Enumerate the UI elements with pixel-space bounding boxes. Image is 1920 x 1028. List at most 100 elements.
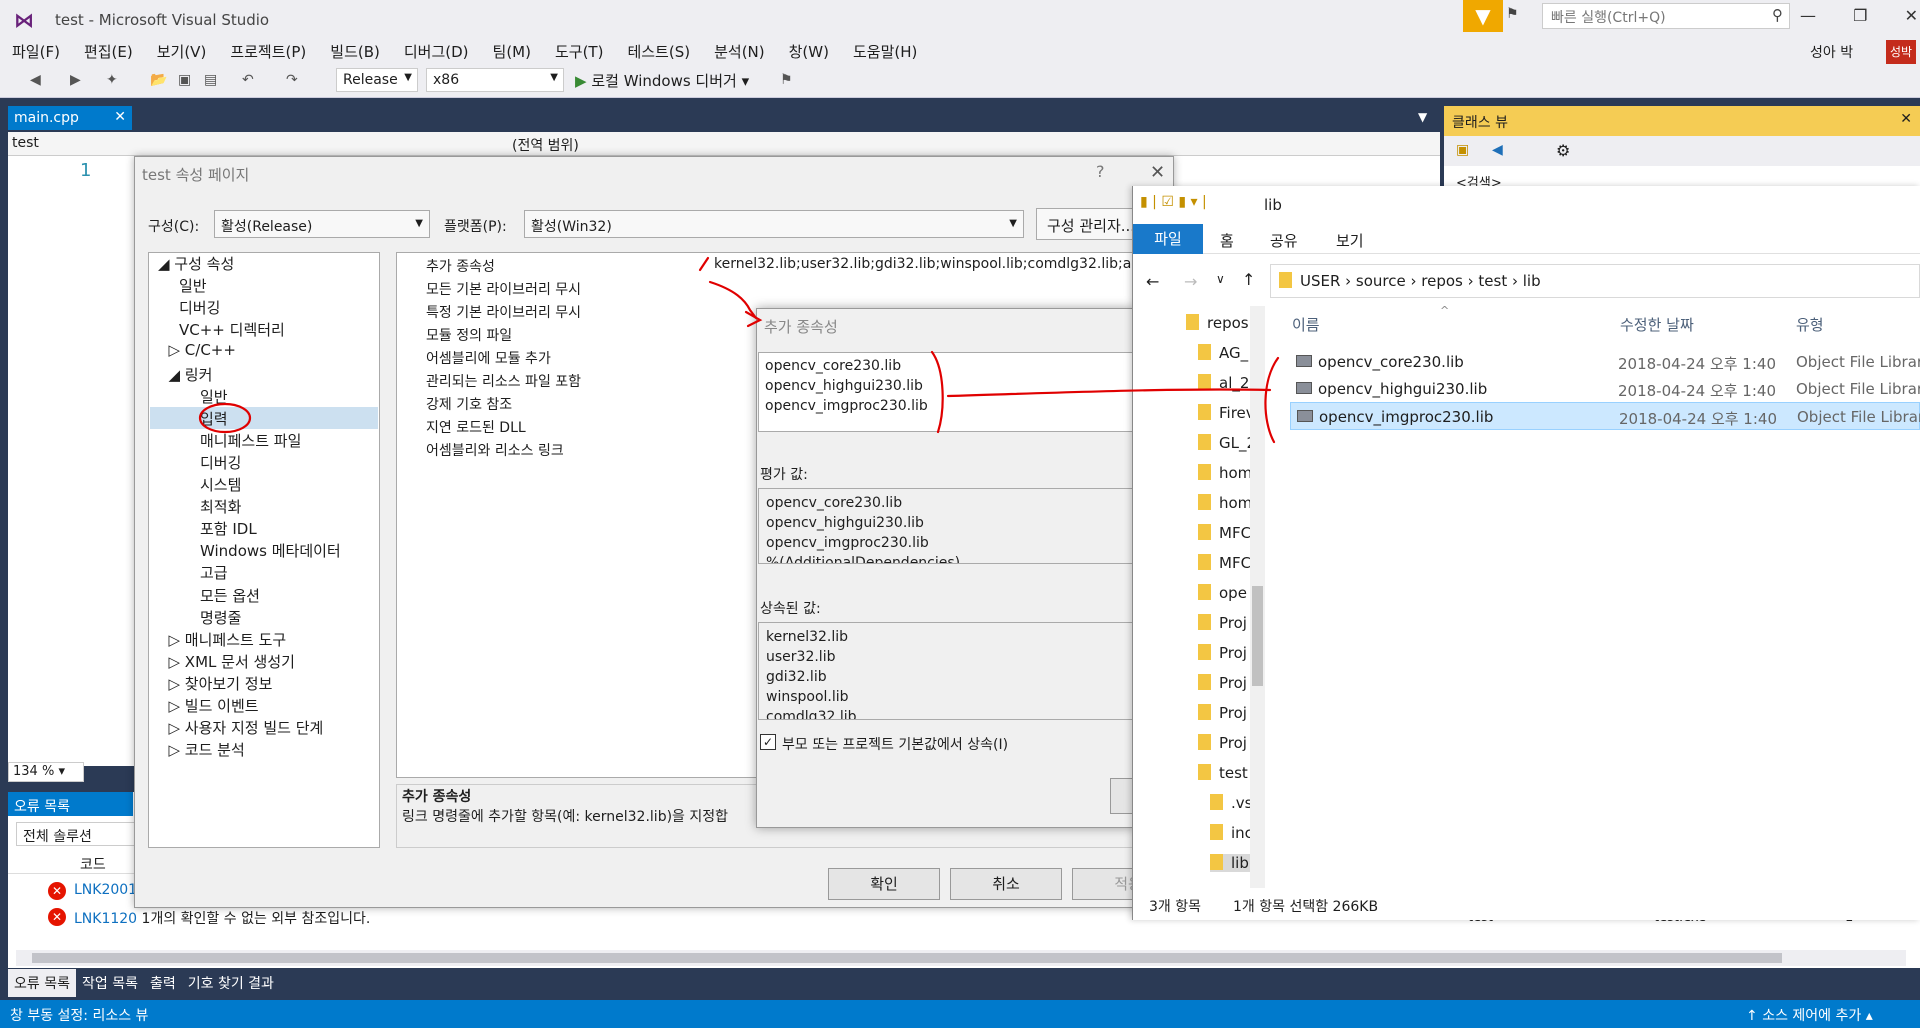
tree-item[interactable]: 일반 bbox=[179, 275, 207, 296]
open-file-icon[interactable]: 📂 bbox=[150, 72, 167, 88]
tree-item[interactable]: 매니페스트 파일 bbox=[200, 430, 301, 451]
menu-team[interactable]: 팀(M) bbox=[493, 41, 531, 62]
property-row-label[interactable]: 특정 기본 라이브러리 무시 bbox=[426, 302, 581, 322]
nav-folder-item[interactable]: MFC bbox=[1198, 524, 1250, 542]
solution-config-select[interactable]: Release ▼ bbox=[336, 68, 418, 92]
property-row-label[interactable]: 강제 기호 참조 bbox=[426, 394, 512, 414]
forward-arrow-icon[interactable]: → bbox=[1184, 272, 1197, 291]
tree-item[interactable]: 명령줄 bbox=[200, 607, 241, 628]
nav-global-scope[interactable]: (전역 범위) bbox=[512, 135, 579, 155]
tree-item[interactable]: 최적화 bbox=[200, 496, 241, 517]
nav-folder-item[interactable]: lib bbox=[1210, 854, 1250, 872]
undo-icon[interactable]: ↶ bbox=[242, 72, 254, 88]
file-row-selected[interactable]: opencv_imgproc230.lib 2018-04-24 오후 1:40… bbox=[1290, 402, 1920, 430]
new-folder-icon[interactable]: ▣ bbox=[1456, 142, 1469, 158]
nav-folder-item[interactable]: AG_ bbox=[1198, 344, 1250, 362]
menu-tools[interactable]: 도구(T) bbox=[555, 41, 603, 62]
close-icon[interactable]: ✕ bbox=[114, 109, 126, 125]
nav-folder-item[interactable]: test bbox=[1198, 764, 1250, 782]
horizontal-scrollbar[interactable] bbox=[16, 950, 1906, 966]
tab-file[interactable]: 파일 bbox=[1133, 224, 1203, 254]
additional-deps-value[interactable]: kernel32.lib;user32.lib;gdi32.lib;winspo… bbox=[714, 256, 1166, 272]
minimize-button[interactable]: — bbox=[1800, 6, 1816, 30]
tab-share[interactable]: 공유 bbox=[1270, 230, 1298, 251]
quick-access-toolbar-icon[interactable]: ▮ | ☑ ▮ ▾ | bbox=[1140, 194, 1207, 210]
forward-icon[interactable]: ▶ bbox=[70, 72, 81, 88]
redo-icon[interactable]: ↷ bbox=[286, 72, 298, 88]
restore-button[interactable]: ❐ bbox=[1853, 6, 1867, 30]
close-icon[interactable]: ✕ bbox=[1150, 162, 1165, 183]
save-all-icon[interactable]: ▤ bbox=[204, 72, 217, 88]
back-icon[interactable]: ◀ bbox=[30, 72, 41, 88]
tree-item[interactable]: ▷ XML 문서 생성기 bbox=[169, 651, 295, 672]
zoom-select[interactable]: 134 % ▾ bbox=[8, 762, 84, 782]
search-icon[interactable]: ⚲ bbox=[1772, 6, 1783, 24]
new-project-icon[interactable]: ✦ bbox=[106, 72, 118, 88]
help-icon[interactable]: ? bbox=[1096, 162, 1105, 181]
tree-item[interactable]: 고급 bbox=[200, 562, 228, 583]
menu-help[interactable]: 도움말(H) bbox=[853, 41, 917, 62]
nav-scope[interactable]: test bbox=[12, 135, 39, 151]
close-icon[interactable]: ✕ bbox=[1900, 111, 1912, 127]
tree-item[interactable]: 입력 bbox=[200, 408, 228, 429]
tab-error-list[interactable]: 오류 목록 bbox=[8, 969, 76, 997]
nav-folder-item[interactable]: GL_2 bbox=[1198, 434, 1250, 452]
up-arrow-icon[interactable]: ↑ bbox=[1242, 270, 1255, 289]
gear-icon[interactable]: ⚙ bbox=[1556, 141, 1570, 160]
start-debug-button[interactable]: ▶ 로컬 Windows 디버거 ▾ bbox=[575, 70, 749, 91]
nav-folder-item[interactable]: Proj bbox=[1198, 644, 1250, 662]
tree-item[interactable]: ◢ 구성 속성 bbox=[158, 253, 234, 274]
property-row-label[interactable]: 어셈블리와 리소스 링크 bbox=[426, 440, 564, 460]
nav-folder-item[interactable]: al_2 bbox=[1198, 374, 1250, 392]
nav-folder-item[interactable]: hom bbox=[1198, 494, 1250, 512]
error-scope-select[interactable]: 전체 솔루션 bbox=[16, 822, 136, 846]
menu-edit[interactable]: 편집(E) bbox=[84, 41, 133, 62]
menu-file[interactable]: 파일(F) bbox=[12, 41, 60, 62]
property-row-label[interactable]: 추가 종속성 bbox=[426, 256, 495, 276]
scrollbar-thumb[interactable] bbox=[32, 953, 1782, 963]
tree-item[interactable]: ▷ 코드 분석 bbox=[169, 739, 245, 760]
back-icon[interactable]: ◀ bbox=[1492, 142, 1503, 158]
property-row-label[interactable]: 모듈 정의 파일 bbox=[426, 325, 512, 345]
tree-item[interactable]: 시스템 bbox=[200, 474, 241, 495]
cancel-button[interactable]: 취소 bbox=[950, 868, 1062, 900]
ok-button[interactable]: 확인 bbox=[828, 868, 940, 900]
recent-dropdown-icon[interactable]: ∨ bbox=[1216, 272, 1225, 286]
tree-item[interactable]: 모든 옵션 bbox=[200, 585, 260, 606]
scrollbar-thumb[interactable] bbox=[1252, 586, 1263, 686]
table-row[interactable]: LNK1120 1개의 확인할 수 없는 외부 참조입니다. bbox=[74, 908, 370, 928]
menu-view[interactable]: 보기(V) bbox=[157, 41, 207, 62]
config-select[interactable]: 활성(Release) ▼ bbox=[214, 210, 430, 238]
nav-folder-item[interactable]: Firev bbox=[1198, 404, 1250, 422]
nav-folder-item[interactable]: hom bbox=[1198, 464, 1250, 482]
tab-dropdown-icon[interactable]: ▼ bbox=[1418, 110, 1427, 124]
nav-folder-item[interactable]: Proj bbox=[1198, 674, 1250, 692]
toolbar-overflow-icon[interactable]: ⚑ bbox=[780, 72, 793, 88]
tree-item[interactable]: 디버깅 bbox=[179, 297, 220, 318]
property-row-label[interactable]: 모든 기본 라이브러리 무시 bbox=[426, 279, 581, 299]
nav-scrollbar[interactable] bbox=[1250, 306, 1265, 888]
quick-launch-input[interactable]: 빠른 실행(Ctrl+Q) ⚲ bbox=[1542, 3, 1790, 29]
file-row[interactable]: opencv_highgui230.lib 2018-04-24 오후 1:40… bbox=[1290, 375, 1920, 403]
menu-analyze[interactable]: 분석(N) bbox=[714, 41, 765, 62]
platform-select[interactable]: x86 ▼ bbox=[426, 68, 564, 92]
tree-item[interactable]: ▷ 매니페스트 도구 bbox=[169, 629, 287, 650]
tab-task-list[interactable]: 작업 목록 bbox=[76, 969, 144, 997]
nav-folder-item[interactable]: Proj bbox=[1198, 734, 1250, 752]
inherit-checkbox[interactable]: ✓ bbox=[760, 734, 776, 750]
nav-folder-item[interactable]: .vs bbox=[1210, 794, 1250, 812]
notification-filter-icon[interactable]: ▼ bbox=[1463, 0, 1503, 32]
menu-build[interactable]: 빌드(B) bbox=[330, 41, 380, 62]
tree-item[interactable]: ▷ 사용자 지정 빌드 단계 bbox=[169, 717, 324, 738]
menu-debug[interactable]: 디버그(D) bbox=[404, 41, 469, 62]
save-icon[interactable]: ▣ bbox=[178, 72, 191, 88]
nav-folder-item[interactable]: Proj bbox=[1198, 704, 1250, 722]
platform-select[interactable]: 활성(Win32) ▼ bbox=[524, 210, 1024, 238]
column-date[interactable]: 수정한 날짜 bbox=[1620, 314, 1694, 335]
nav-folder-item[interactable]: repos bbox=[1186, 314, 1250, 332]
user-name[interactable]: 성아 박 bbox=[1810, 42, 1853, 62]
tree-item[interactable]: 일반 bbox=[200, 386, 228, 407]
tree-item[interactable]: ▷ C/C++ bbox=[169, 341, 236, 359]
breadcrumb[interactable]: USER › source › repos › test › lib bbox=[1270, 264, 1920, 298]
tab-output[interactable]: 출력 bbox=[144, 969, 182, 997]
